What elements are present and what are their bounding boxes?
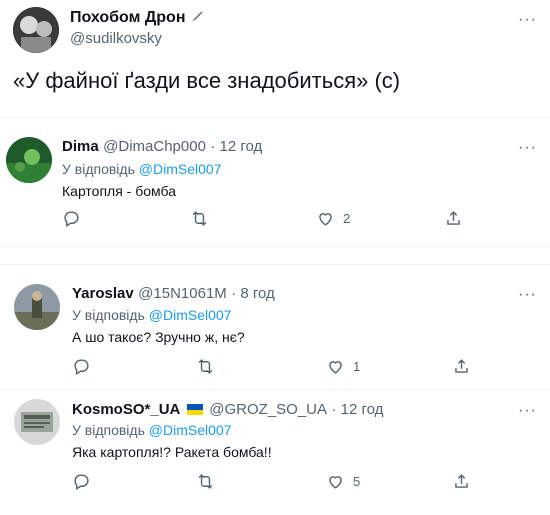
reply-more-icon[interactable]: ···	[518, 140, 537, 156]
reply-author-handle[interactable]: @DimaChp000	[103, 138, 206, 155]
divider	[0, 117, 550, 118]
like-count: 5	[353, 474, 361, 489]
reply-to-prefix: У відповідь	[62, 161, 139, 177]
reply-header: KosmoSO*_UA @GROZ_SO_UA · 12 год	[72, 401, 383, 419]
pencil-icon	[191, 11, 203, 21]
like-icon	[329, 361, 342, 374]
reply-timestamp[interactable]: · 8 год	[231, 285, 275, 302]
reply-icon	[74, 359, 89, 375]
retweet-button[interactable]	[196, 357, 215, 376]
share-button[interactable]	[444, 209, 463, 228]
divider	[0, 264, 550, 265]
reply-button[interactable]	[72, 472, 91, 491]
reply-header: Dima @DimaChp000 · 12 год	[62, 138, 262, 156]
like-icon	[329, 476, 342, 489]
reply-more-icon[interactable]: ···	[518, 403, 537, 419]
main-tweet-text: «У файної ґазди все знадобиться» (с)	[13, 68, 401, 93]
reply-avatar[interactable]	[14, 284, 60, 330]
share-button[interactable]	[452, 357, 471, 376]
reply-author-handle[interactable]: @GROZ_SO_UA	[209, 401, 327, 418]
reply-button[interactable]	[62, 209, 81, 228]
reply-text: Картопля - бомба	[62, 183, 176, 199]
reply-to-line: У відповідь @DimSel007	[62, 161, 221, 177]
reply-to-mention[interactable]: @DimSel007	[149, 307, 232, 323]
reply-text: Яка картопля!? Ракета бомба!!	[72, 444, 272, 460]
reply-avatar[interactable]	[14, 399, 60, 445]
reply-to-line: У відповідь @DimSel007	[72, 422, 231, 438]
retweet-button[interactable]	[190, 209, 209, 228]
reply-header: Yaroslav @15N1061M · 8 год	[72, 285, 275, 303]
like-icon	[319, 213, 332, 226]
main-avatar[interactable]	[13, 7, 59, 53]
reply-timestamp[interactable]: · 12 год	[331, 401, 383, 418]
share-icon	[455, 359, 468, 373]
share-icon	[455, 474, 468, 488]
reply-author-name[interactable]: KosmoSO*_UA	[72, 401, 180, 418]
main-author-name-text[interactable]: Похобом Дрон	[70, 9, 185, 26]
retweet-icon	[198, 474, 213, 489]
retweet-button[interactable]	[196, 472, 215, 491]
ukraine-flag-icon	[186, 404, 203, 415]
main-author-handle[interactable]: @sudilkovsky	[70, 30, 162, 47]
like-button[interactable]: 5	[326, 472, 360, 491]
reply-author-name[interactable]: Yaroslav	[72, 285, 134, 302]
reply-author-name[interactable]: Dima	[62, 138, 99, 155]
thread-gap	[0, 247, 550, 263]
like-count: 2	[343, 211, 351, 226]
reply-author-handle[interactable]: @15N1061M	[138, 285, 227, 302]
retweet-icon	[198, 359, 213, 374]
main-author-name[interactable]: Похобом Дрон	[70, 9, 204, 27]
reply-icon	[64, 211, 79, 227]
reply-text: А шо такоє? Зручно ж, нє?	[72, 329, 245, 345]
main-more-icon[interactable]: ···	[518, 12, 537, 28]
reply-to-line: У відповідь @DimSel007	[72, 307, 231, 323]
like-button[interactable]: 1	[326, 357, 360, 376]
like-count: 1	[353, 359, 361, 374]
share-icon	[447, 211, 460, 225]
share-button[interactable]	[452, 472, 471, 491]
reply-button[interactable]	[72, 357, 91, 376]
reply-to-mention[interactable]: @DimSel007	[149, 422, 232, 438]
reply-to-mention[interactable]: @DimSel007	[139, 161, 222, 177]
reply-icon	[74, 474, 89, 490]
reply-more-icon[interactable]: ···	[518, 287, 537, 303]
reply-to-prefix: У відповідь	[72, 307, 149, 323]
reply-timestamp[interactable]: · 12 год	[210, 138, 262, 155]
divider	[0, 389, 550, 390]
like-button[interactable]: 2	[316, 209, 350, 228]
reply-to-prefix: У відповідь	[72, 422, 149, 438]
retweet-icon	[192, 211, 207, 226]
reply-avatar[interactable]	[6, 137, 52, 183]
